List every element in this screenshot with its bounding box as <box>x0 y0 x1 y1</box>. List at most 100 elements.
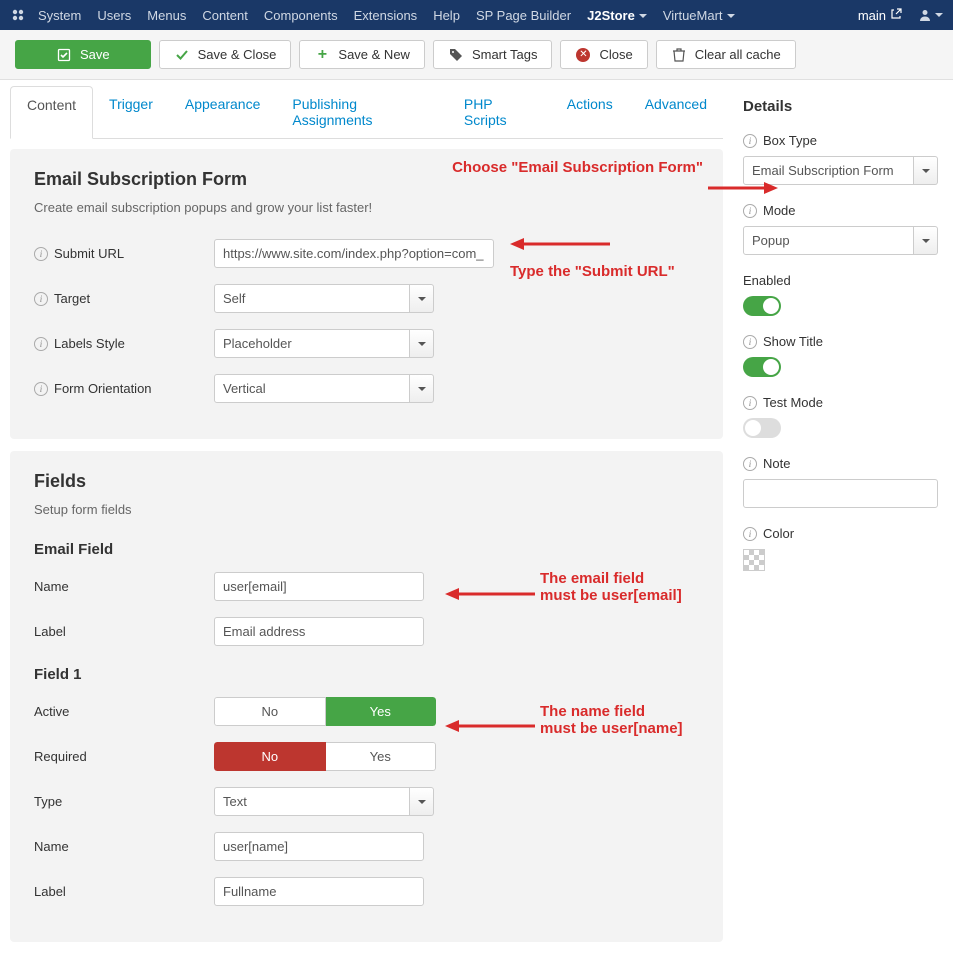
info-icon: i <box>743 134 757 148</box>
email-field-heading: Email Field <box>34 541 699 558</box>
color-label: Color <box>763 526 794 541</box>
chevron-down-icon <box>410 787 434 816</box>
info-icon: i <box>34 382 48 396</box>
top-menu-menus[interactable]: Menus <box>147 8 186 23</box>
box-type-select[interactable]: Email Subscription Form <box>743 156 938 185</box>
mode-select[interactable]: Popup <box>743 226 938 255</box>
top-menu-sp-page-builder[interactable]: SP Page Builder <box>476 8 571 23</box>
tab-appearance[interactable]: Appearance <box>169 86 277 138</box>
test-mode-label: Test Mode <box>763 395 823 410</box>
info-icon: i <box>34 247 48 261</box>
enabled-label: Enabled <box>743 273 791 288</box>
email-name-input[interactable] <box>214 572 424 601</box>
chevron-down-icon <box>914 156 938 185</box>
orientation-select[interactable]: Vertical <box>214 374 434 403</box>
tab-php-scripts[interactable]: PHP Scripts <box>448 86 551 138</box>
plus-icon: + <box>314 48 330 62</box>
tab-trigger[interactable]: Trigger <box>93 86 169 138</box>
type-label: Type <box>34 794 62 809</box>
panel-description: Setup form fields <box>34 502 699 517</box>
details-sidebar: Details i Box Type Email Subscription For… <box>743 86 943 589</box>
show-title-label: Show Title <box>763 334 823 349</box>
panel-description: Create email subscription popups and gro… <box>34 200 699 215</box>
target-label: Target <box>54 291 90 306</box>
submit-url-input[interactable] <box>214 239 494 268</box>
enabled-toggle[interactable] <box>743 296 781 316</box>
details-title: Details <box>743 98 943 115</box>
admin-top-bar: System Users Menus Content Components Extensi… <box>0 0 953 30</box>
test-mode-toggle[interactable] <box>743 418 781 438</box>
smart-tags-button[interactable]: Smart Tags <box>433 40 553 69</box>
labels-style-label: Labels Style <box>54 336 125 351</box>
info-icon: i <box>34 337 48 351</box>
active-label: Active <box>34 704 69 719</box>
info-icon: i <box>743 396 757 410</box>
top-menu-components[interactable]: Components <box>264 8 338 23</box>
joomla-icon <box>10 7 26 23</box>
mode-label: Mode <box>763 203 796 218</box>
info-icon: i <box>34 292 48 306</box>
top-menu-system[interactable]: System <box>38 8 81 23</box>
info-icon: i <box>743 457 757 471</box>
info-icon: i <box>743 204 757 218</box>
top-menu-help[interactable]: Help <box>433 8 460 23</box>
save-close-button[interactable]: Save & Close <box>159 40 292 69</box>
close-icon: ✕ <box>575 48 591 62</box>
panel-title: Email Subscription Form <box>34 169 699 190</box>
submit-url-label: Submit URL <box>54 246 124 261</box>
field-type-select[interactable]: Text <box>214 787 434 816</box>
chevron-down-icon <box>410 329 434 358</box>
top-menu-virtuemart[interactable]: VirtueMart <box>663 8 735 23</box>
field1-heading: Field 1 <box>34 666 699 683</box>
orientation-label: Form Orientation <box>54 381 152 396</box>
required-label: Required <box>34 749 87 764</box>
active-toggle[interactable]: No Yes <box>214 697 436 726</box>
clear-cache-button[interactable]: Clear all cache <box>656 40 796 69</box>
tab-publishing-assignments[interactable]: Publishing Assignments <box>276 86 447 138</box>
tab-advanced[interactable]: Advanced <box>629 86 723 138</box>
labels-style-select[interactable]: Placeholder <box>214 329 434 358</box>
name-label: Name <box>34 579 69 594</box>
save-new-button[interactable]: + Save & New <box>299 40 425 69</box>
toggle-no[interactable]: No <box>214 697 326 726</box>
top-menu-j2store[interactable]: J2Store <box>587 8 647 23</box>
save-button[interactable]: Save <box>15 40 151 69</box>
target-select[interactable]: Self <box>214 284 434 313</box>
label-label: Label <box>34 884 66 899</box>
note-input[interactable] <box>743 479 938 508</box>
content-tabs: ContentTriggerAppearancePublishing Assig… <box>10 86 723 139</box>
field1-name-input[interactable] <box>214 832 424 861</box>
fields-panel: Fields Setup form fields Email Field Nam… <box>10 451 723 942</box>
tab-actions[interactable]: Actions <box>551 86 629 138</box>
email-label-input[interactable] <box>214 617 424 646</box>
top-menu-extensions[interactable]: Extensions <box>354 8 418 23</box>
label-label: Label <box>34 624 66 639</box>
tag-icon <box>448 48 464 62</box>
box-type-label: Box Type <box>763 133 817 148</box>
color-swatch[interactable] <box>743 549 765 571</box>
top-menu-users[interactable]: Users <box>97 8 131 23</box>
panel-title: Fields <box>34 471 699 492</box>
apply-icon <box>56 48 72 62</box>
email-subscription-panel: Email Subscription Form Create email sub… <box>10 149 723 439</box>
required-toggle[interactable]: No Yes <box>214 742 436 771</box>
field1-label-input[interactable] <box>214 877 424 906</box>
note-label: Note <box>763 456 790 471</box>
site-name-link[interactable]: main <box>858 8 902 23</box>
trash-icon <box>671 48 687 62</box>
toggle-yes[interactable]: Yes <box>326 742 437 771</box>
top-menu-content[interactable]: Content <box>202 8 248 23</box>
show-title-toggle[interactable] <box>743 357 781 377</box>
chevron-down-icon <box>410 284 434 313</box>
toggle-yes[interactable]: Yes <box>326 697 437 726</box>
check-icon <box>174 48 190 62</box>
external-link-icon <box>890 8 902 23</box>
close-button[interactable]: ✕ Close <box>560 40 647 69</box>
info-icon: i <box>743 527 757 541</box>
user-menu[interactable] <box>918 8 943 22</box>
chevron-down-icon <box>410 374 434 403</box>
toggle-no[interactable]: No <box>214 742 326 771</box>
chevron-down-icon <box>914 226 938 255</box>
info-icon: i <box>743 335 757 349</box>
tab-content[interactable]: Content <box>10 86 93 139</box>
